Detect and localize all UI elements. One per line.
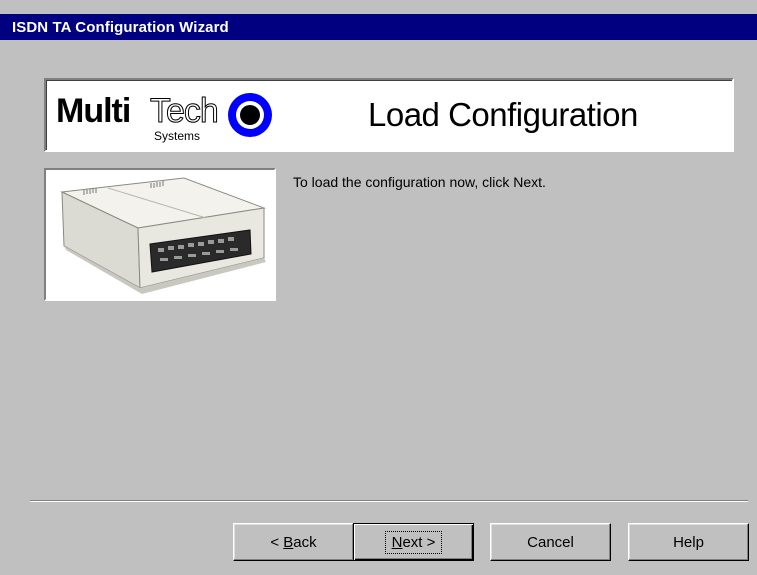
help-button[interactable]: Help <box>628 523 749 561</box>
page-title: Load Configuration <box>368 96 638 133</box>
next-button[interactable]: Next > <box>353 523 474 561</box>
next-button-suffix: ext > <box>402 533 436 551</box>
back-button[interactable]: < Back <box>233 523 354 561</box>
title-bar[interactable]: ISDN TA Configuration Wizard <box>0 14 757 40</box>
back-button-suffix: ack <box>293 533 317 551</box>
header-banner: Multi Tech Systems Load Configuration <box>44 78 734 152</box>
multitech-ring-icon <box>228 93 272 137</box>
logo-multi-text: Multi <box>56 92 131 130</box>
next-button-accel: N <box>391 533 403 551</box>
help-button-label: Help <box>673 533 704 551</box>
window-title: ISDN TA Configuration Wizard <box>12 19 229 36</box>
back-button-label: < Back <box>270 534 316 551</box>
cancel-button-label: Cancel <box>527 533 574 551</box>
back-button-prefix: < <box>270 533 284 551</box>
isdn-terminal-adapter-image <box>46 170 274 299</box>
wizard-window: ISDN TA Configuration Wizard Multi Tech … <box>0 0 757 575</box>
back-button-accel: B <box>283 533 294 551</box>
logo-systems-text: Systems <box>154 129 201 143</box>
cancel-button[interactable]: Cancel <box>490 523 611 561</box>
multitech-logo: Multi Tech Systems <box>56 90 276 143</box>
next-button-label: Next > <box>384 530 443 554</box>
logo-tech-text: Tech <box>150 92 220 131</box>
instruction-text: To load the configuration now, click Nex… <box>293 174 546 190</box>
product-image <box>44 168 276 301</box>
separator <box>30 500 748 502</box>
